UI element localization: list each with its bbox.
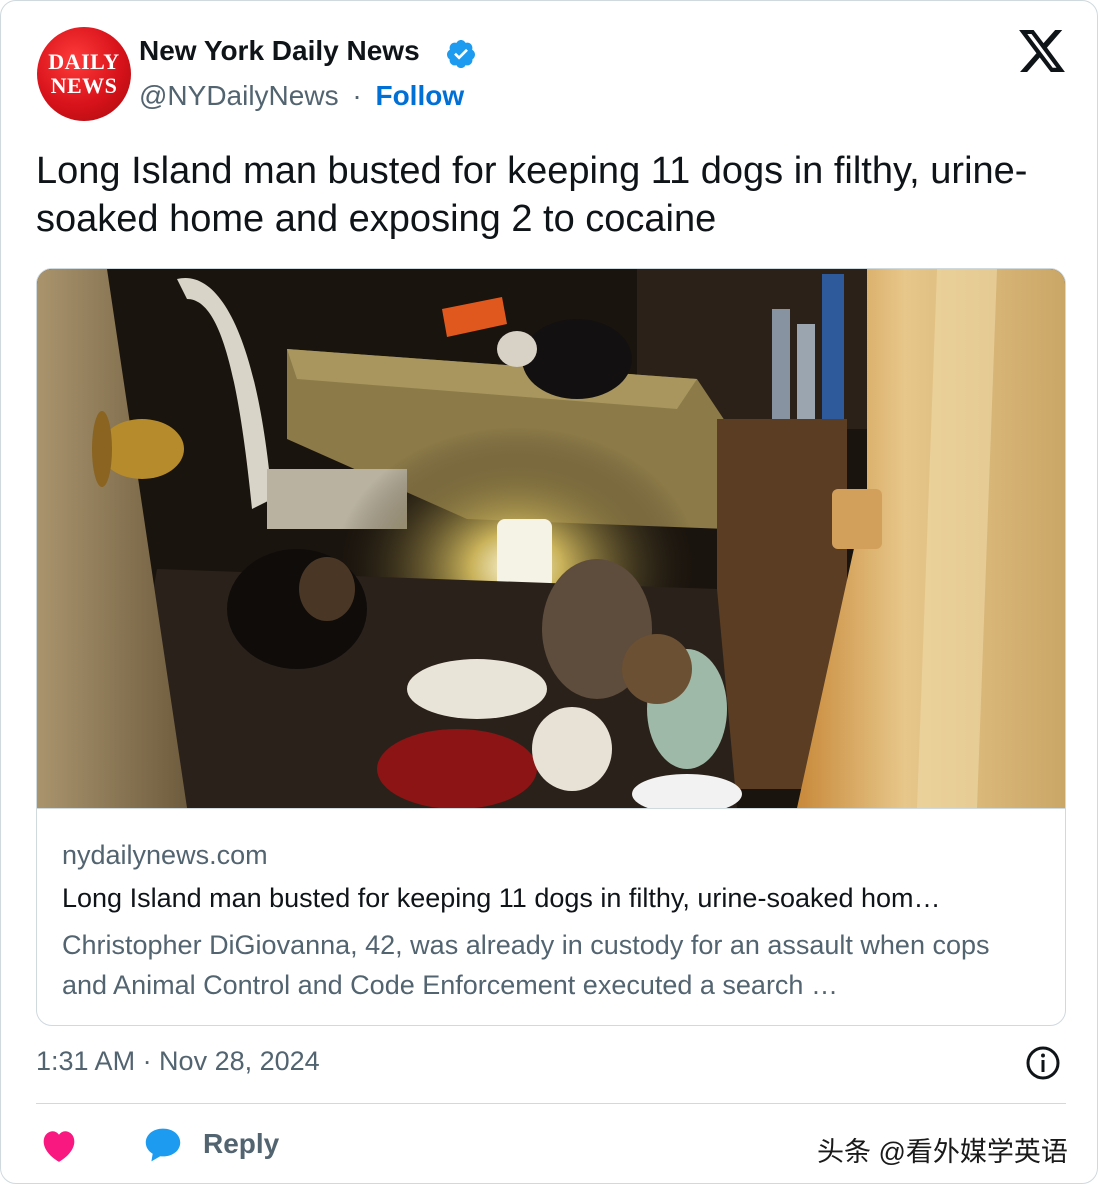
divider [36,1103,1066,1104]
heart-like-icon[interactable] [41,1129,77,1163]
tweet-embed-card: DAILY NEWS New York Daily News @NYDailyN… [0,0,1098,1184]
verified-badge-icon [447,40,475,68]
watermark-text: 头条 @看外媒学英语 [817,1137,1068,1167]
avatar[interactable]: DAILY NEWS [37,27,131,121]
article-photo[interactable] [37,269,1066,808]
reply-bubble-icon[interactable] [144,1127,182,1163]
x-logo-icon[interactable] [1019,30,1065,72]
avatar-line-1: DAILY [48,49,120,74]
info-icon[interactable] [1025,1045,1061,1081]
avatar-line-2: NEWS [50,73,118,98]
separator-dot: · [352,80,362,111]
author-handle[interactable]: @NYDailyNews [139,80,339,111]
tweet-text: Long Island man busted for keeping 11 do… [36,150,1028,240]
link-domain: nydailynews.com [62,840,268,870]
tweet-timestamp[interactable]: 1:31 AM · Nov 28, 2024 [36,1046,320,1077]
link-title[interactable]: Long Island man busted for keeping 11 do… [62,883,1042,914]
follow-button[interactable]: Follow [375,80,464,111]
author-handle-row: @NYDailyNews · Follow [139,80,464,112]
reply-button[interactable]: Reply [203,1128,279,1160]
link-preview-card[interactable]: nydailynews.com Long Island man busted f… [36,268,1066,1026]
author-display-name[interactable]: New York Daily News [139,35,420,67]
link-preview-body[interactable]: nydailynews.com Long Island man busted f… [37,808,1065,1025]
link-description: Christopher DiGiovanna, 42, was already … [62,930,990,1000]
